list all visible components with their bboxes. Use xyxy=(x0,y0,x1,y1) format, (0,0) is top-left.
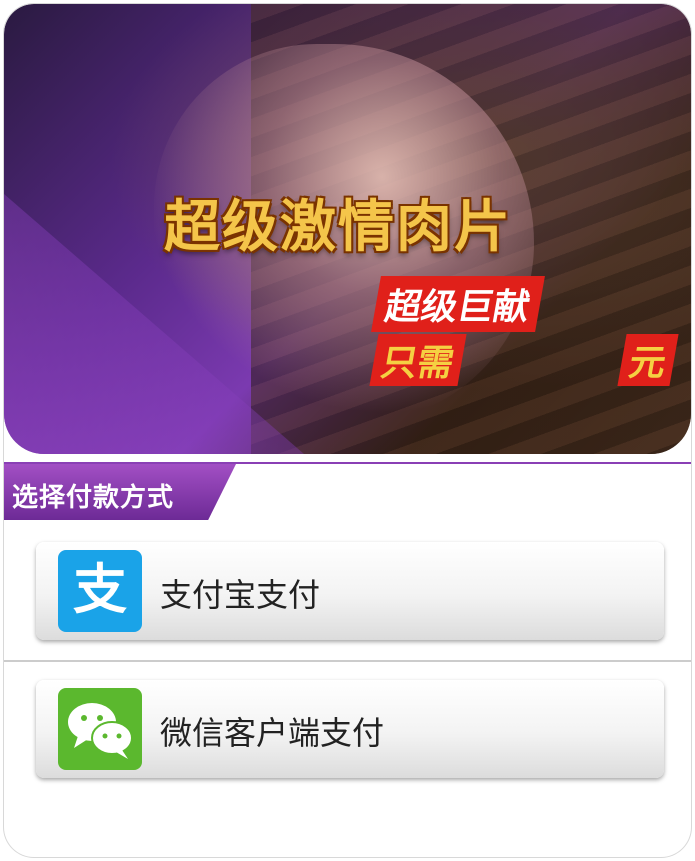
promo-banner: 超级激情肉片 超级巨献 只需 元 xyxy=(4,4,691,454)
section-title: 选择付款方式 xyxy=(12,483,175,513)
price-suffix: 元 xyxy=(617,334,679,386)
banner-badge: 超级巨献 xyxy=(371,276,545,332)
wechat-pay-button[interactable]: 微信客户端支付 xyxy=(36,680,664,778)
section-header: 选择付款方式 xyxy=(4,464,236,520)
price-prefix: 只需 xyxy=(369,334,467,386)
alipay-button[interactable]: 支 支付宝支付 xyxy=(36,542,664,640)
svg-text:支: 支 xyxy=(73,558,127,621)
wechat-icon xyxy=(58,688,142,770)
wechat-pay-label: 微信客户端支付 xyxy=(160,714,385,752)
alipay-label: 支付宝支付 xyxy=(160,576,321,614)
options-divider xyxy=(4,660,691,662)
price-row: 只需 元 xyxy=(369,334,679,386)
banner-title: 超级激情肉片 xyxy=(164,195,512,260)
payment-page: 超级激情肉片 超级巨献 只需 元 选择付款方式 支 支付宝支付 微信客户端支付 xyxy=(4,4,691,857)
alipay-icon: 支 xyxy=(58,550,142,632)
section-divider xyxy=(4,462,691,464)
